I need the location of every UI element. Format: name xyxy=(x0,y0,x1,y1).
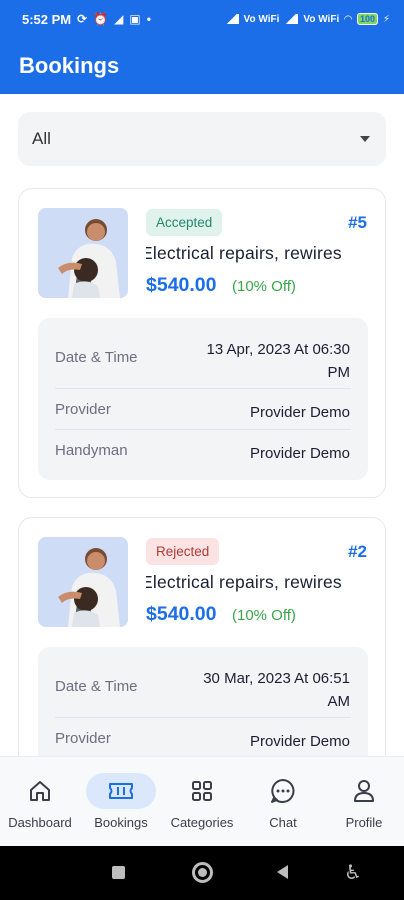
system-navigation-bar: ♿ xyxy=(0,846,404,900)
ticket-icon xyxy=(86,773,156,809)
dropdown-arrow-icon xyxy=(360,136,370,142)
discount-label: (10% Off) xyxy=(232,607,296,624)
signal-icon xyxy=(284,14,299,24)
service-image xyxy=(38,208,128,298)
profile-icon xyxy=(329,773,399,809)
divider xyxy=(55,717,351,718)
alarm-icon: ⏰ xyxy=(93,12,109,26)
service-name: Electrical repairs, rewires xyxy=(146,243,342,263)
signal-off-icon: ◢ xyxy=(114,12,124,26)
handyman-label: Handyman xyxy=(55,442,128,459)
page-title: Bookings xyxy=(19,53,120,78)
vowifi-label: Vo WiFi xyxy=(303,13,340,25)
nav-label: Dashboard xyxy=(8,815,72,830)
charging-icon: ⚡ xyxy=(382,13,390,25)
status-time: 5:52 PM xyxy=(22,11,72,27)
grid-icon xyxy=(167,773,237,809)
booking-price: $540.00 xyxy=(146,603,217,625)
date-time-label: Date & Time xyxy=(55,349,138,366)
vowifi-label: Vo WiFi xyxy=(243,13,280,25)
nav-label: Bookings xyxy=(94,815,148,830)
date-time-value-suffix: AM xyxy=(327,693,351,711)
service-image xyxy=(38,537,128,627)
date-time-value: 30 Mar, 2023 At 06:51 xyxy=(203,670,350,687)
app-bar: Bookings xyxy=(0,38,404,94)
provider-label: Provider xyxy=(55,401,111,418)
date-time-value: 13 Apr, 2023 At 06:30 xyxy=(206,341,350,358)
provider-label: Provider xyxy=(55,730,111,747)
sync-icon: ⟳ xyxy=(77,12,88,26)
booking-list[interactable]: Accepted #5 Electrical repairs, rewires … xyxy=(0,188,404,756)
download-icon: ▣ xyxy=(129,12,141,26)
booking-card[interactable]: Accepted #5 Electrical repairs, rewires … xyxy=(18,188,386,498)
handyman-value: Provider Demo xyxy=(249,445,350,462)
nav-chat[interactable]: Chat xyxy=(243,757,323,847)
nav-label: Chat xyxy=(269,815,297,830)
nav-bookings[interactable]: Bookings xyxy=(81,757,161,847)
home-button[interactable] xyxy=(192,862,213,883)
home-icon xyxy=(5,773,75,809)
service-name: Electrical repairs, rewires xyxy=(146,572,342,592)
booking-number: #5 xyxy=(348,213,367,232)
nav-label: Categories xyxy=(170,815,234,830)
chat-icon xyxy=(248,773,318,809)
nav-profile[interactable]: Profile xyxy=(324,757,404,847)
battery-icon: 100 xyxy=(356,13,378,25)
booking-number: #2 xyxy=(348,542,367,561)
booking-price: $540.00 xyxy=(146,274,217,296)
divider xyxy=(55,388,351,389)
nav-label: Profile xyxy=(345,815,383,830)
nav-dashboard[interactable]: Dashboard xyxy=(0,757,80,847)
discount-label: (10% Off) xyxy=(232,278,296,295)
status-badge: Rejected xyxy=(146,538,220,565)
status-badge: Accepted xyxy=(146,209,223,236)
dot-icon: • xyxy=(146,12,151,26)
nav-categories[interactable]: Categories xyxy=(162,757,242,847)
signal-icon xyxy=(224,14,239,24)
accessibility-icon[interactable]: ♿ xyxy=(344,860,362,885)
provider-value: Provider Demo xyxy=(249,733,350,750)
provider-value: Provider Demo xyxy=(249,404,350,421)
back-button[interactable] xyxy=(277,865,288,879)
filter-selected-value: All xyxy=(32,129,51,148)
bottom-navigation: Dashboard Bookings Categories Chat Profi… xyxy=(0,756,404,846)
divider xyxy=(55,429,351,430)
recents-button[interactable] xyxy=(112,866,125,879)
booking-card[interactable]: Rejected #2 Electrical repairs, rewires … xyxy=(18,517,386,756)
wifi-icon: ◠ xyxy=(344,13,352,25)
date-time-value-suffix: PM xyxy=(327,364,351,382)
booking-details: Date & Time 30 Mar, 2023 At 06:51 AM Pro… xyxy=(38,647,368,756)
status-filter-dropdown[interactable]: All xyxy=(18,112,386,166)
date-time-label: Date & Time xyxy=(55,678,138,695)
booking-details: Date & Time 13 Apr, 2023 At 06:30 PM Pro… xyxy=(38,318,368,480)
status-bar: 5:52 PM ⟳ ⏰ ◢ ▣ • Vo WiFi Vo WiFi ◠ 100 … xyxy=(0,0,404,38)
